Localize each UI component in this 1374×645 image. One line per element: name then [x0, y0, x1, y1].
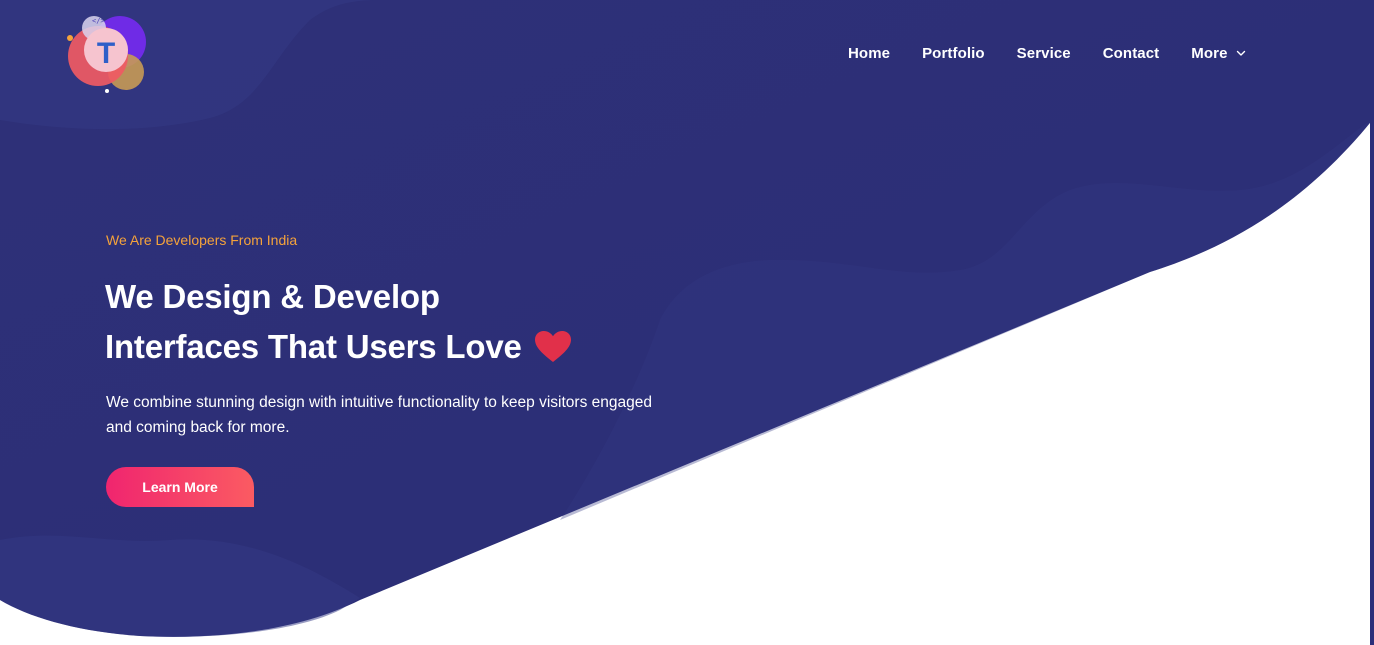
- hero-eyebrow: We Are Developers From India: [106, 232, 298, 248]
- brand-logo-graphic: </> T: [67, 16, 146, 93]
- logo-letter: T: [97, 37, 115, 70]
- nav-contact-label: Contact: [1102, 44, 1160, 62]
- nav-service[interactable]: Service: [1017, 45, 1071, 62]
- nav-more-label: More: [1191, 44, 1228, 62]
- page-scrollbar-edge: [1370, 0, 1374, 645]
- hero-headline: We Design & Develop Interfaces That User…: [105, 272, 572, 372]
- landing-page: </> T Home Portfolio Service Contact Mor…: [0, 0, 1374, 645]
- nav-portfolio[interactable]: Portfolio: [922, 45, 985, 62]
- learn-more-button[interactable]: Learn More: [106, 467, 254, 507]
- logo-code-glyph: </>: [92, 17, 105, 25]
- main-nav: Home Portfolio Service Contact More: [836, 42, 1246, 64]
- chevron-down-icon: [1236, 50, 1245, 56]
- heart-icon: [534, 331, 571, 362]
- nav-home[interactable]: Home: [848, 45, 890, 62]
- nav-home-label: Home: [848, 44, 891, 62]
- learn-more-label: Learn More: [142, 479, 218, 495]
- nav-service-label: Service: [1016, 44, 1071, 62]
- hero-description: We combine stunning design with intuitiv…: [106, 394, 652, 436]
- nav-more-dropdown[interactable]: More: [1191, 45, 1245, 62]
- nav-portfolio-label: Portfolio: [922, 44, 985, 62]
- hero-headline-line-2-row: Interfaces That Users Love: [105, 322, 572, 372]
- nav-contact[interactable]: Contact: [1103, 45, 1160, 62]
- brand-logo[interactable]: </> T: [64, 8, 150, 94]
- hero-headline-line-1: We Design & Develop: [105, 278, 440, 315]
- hero-headline-line-2: Interfaces That Users Love: [105, 328, 522, 365]
